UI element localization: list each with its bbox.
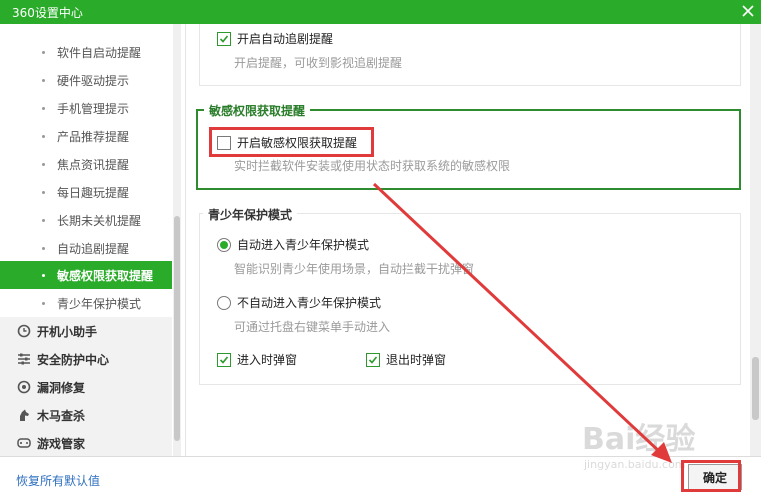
sidebar-item-software-autostart[interactable]: 软件自启动提醒: [0, 38, 172, 66]
bullet-icon: [42, 162, 45, 166]
sidebar-category-label: 开机小助手: [37, 324, 98, 339]
sidebar-item-label: 焦点资讯提醒: [57, 157, 130, 172]
sidebar-category-label: 游戏管家: [37, 436, 86, 451]
close-icon[interactable]: [739, 1, 757, 21]
sidebar-item-hardware-driver[interactable]: 硬件驱动提示: [0, 66, 172, 94]
youth-manual-description: 可通过托盘右键菜单手动进入: [234, 320, 391, 334]
sidebar-item-long-uptime[interactable]: 长期未关机提醒: [0, 206, 172, 234]
sidebar-category-security-center[interactable]: 安全防护中心: [0, 345, 172, 373]
footer: 恢复所有默认值 确定: [0, 456, 761, 495]
sidebar-category-label: 木马查杀: [37, 408, 86, 423]
follow-drama-label: 开启自动追剧提醒: [237, 32, 334, 46]
sidebar-category-label: 漏洞修复: [37, 380, 86, 395]
main-scrollbar-thumb[interactable]: [752, 357, 759, 420]
sidebar: 软件自启动提醒 硬件驱动提示 手机管理提示 产品推荐提醒 焦点资讯提醒 每日趣玩…: [0, 24, 186, 456]
sidebar-item-label: 每日趣玩提醒: [57, 185, 130, 200]
sidebar-item-label: 硬件驱动提示: [57, 73, 130, 88]
bullet-icon: [42, 50, 45, 54]
youth-auto-label: 自动进入青少年保护模式: [237, 238, 370, 252]
restore-defaults-link[interactable]: 恢复所有默认值: [16, 472, 100, 489]
sidebar-category-trojan-scan[interactable]: 木马查杀: [0, 401, 172, 429]
gamepad-icon: [17, 438, 31, 448]
bullet-icon: [42, 246, 45, 250]
youth-manual-radio[interactable]: [217, 295, 231, 310]
horse-icon: [20, 409, 29, 421]
sliders-icon: [18, 353, 30, 365]
sidebar-item-sensitive-permission[interactable]: 敏感权限获取提醒: [0, 261, 172, 289]
enter-popup-label: 进入时弹窗: [237, 353, 298, 367]
sidebar-item-label: 自动追剧提醒: [57, 241, 130, 256]
enter-popup-option[interactable]: 进入时弹窗: [217, 351, 297, 368]
sidebar-scrollbar-thumb[interactable]: [174, 216, 180, 441]
sidebar-item-label: 青少年保护模式: [57, 296, 142, 311]
sensitive-permission-description: 实时拦截软件安装或使用状态时获取系统的敏感权限: [234, 159, 511, 173]
sidebar-item-daily-fun[interactable]: 每日趣玩提醒: [0, 178, 172, 206]
sidebar-item-focus-news[interactable]: 焦点资讯提醒: [0, 150, 172, 178]
bullet-icon: [42, 301, 45, 305]
window-title: 360设置中心: [12, 6, 83, 20]
follow-drama-option[interactable]: 开启自动追剧提醒: [217, 30, 333, 47]
follow-drama-checkbox[interactable]: [217, 31, 231, 46]
main-panel: 开启自动追剧提醒 开启提醒，可收到影视追剧提醒 敏感权限获取提醒 开启敏感权限获…: [187, 24, 761, 456]
bullet-icon: [42, 134, 45, 138]
bullet-icon: [42, 78, 45, 82]
sidebar-category-label: 安全防护中心: [37, 352, 110, 367]
checkmark-icon: [219, 355, 229, 364]
checkmark-icon: [219, 34, 229, 43]
sidebar-item-follow-drama[interactable]: 自动追剧提醒: [0, 234, 172, 262]
youth-mode-title: 青少年保护模式: [203, 206, 298, 223]
title-bar: 360设置中心: [0, 0, 761, 24]
bullet-icon: [42, 190, 45, 194]
checkmark-icon: [368, 355, 378, 364]
sidebar-item-label: 产品推荐提醒: [57, 129, 130, 144]
sidebar-item-label: 手机管理提示: [57, 101, 130, 116]
youth-auto-description: 智能识别青少年使用场景，自动拦截干扰弹窗: [234, 262, 475, 276]
bullet-icon: [42, 273, 45, 277]
bullet-icon: [42, 218, 45, 222]
sensitive-permission-option[interactable]: 开启敏感权限获取提醒: [217, 134, 357, 151]
sidebar-category-startup-assistant[interactable]: 开机小助手: [0, 317, 172, 345]
patch-icon: [17, 380, 31, 394]
bullet-icon: [42, 106, 45, 110]
enter-popup-checkbox[interactable]: [217, 352, 231, 367]
sidebar-item-youth-mode[interactable]: 青少年保护模式: [0, 289, 172, 317]
sidebar-item-product-recommend[interactable]: 产品推荐提醒: [0, 122, 172, 150]
sensitive-permission-checkbox[interactable]: [217, 135, 231, 150]
ok-button[interactable]: 确定: [688, 464, 742, 490]
sidebar-item-label: 软件自启动提醒: [57, 45, 142, 60]
sidebar-item-label: 敏感权限获取提醒: [57, 268, 154, 283]
exit-popup-checkbox[interactable]: [366, 352, 380, 367]
sidebar-category-game-manager[interactable]: 游戏管家: [0, 429, 172, 456]
youth-auto-option[interactable]: 自动进入青少年保护模式: [217, 236, 369, 253]
sidebar-item-label: 长期未关机提醒: [57, 213, 142, 228]
exit-popup-label: 退出时弹窗: [386, 353, 447, 367]
sensitive-permission-label: 开启敏感权限获取提醒: [237, 136, 358, 150]
clock-icon: [17, 324, 31, 338]
follow-drama-description: 开启提醒，可收到影视追剧提醒: [234, 56, 403, 70]
exit-popup-option[interactable]: 退出时弹窗: [366, 351, 446, 368]
youth-auto-radio[interactable]: [217, 237, 231, 252]
youth-manual-option[interactable]: 不自动进入青少年保护模式: [217, 294, 381, 311]
sensitive-permission-title: 敏感权限获取提醒: [204, 102, 311, 119]
sidebar-category-vulnerability-fix[interactable]: 漏洞修复: [0, 373, 172, 401]
youth-manual-label: 不自动进入青少年保护模式: [237, 296, 382, 310]
sidebar-item-phone-management[interactable]: 手机管理提示: [0, 94, 172, 122]
